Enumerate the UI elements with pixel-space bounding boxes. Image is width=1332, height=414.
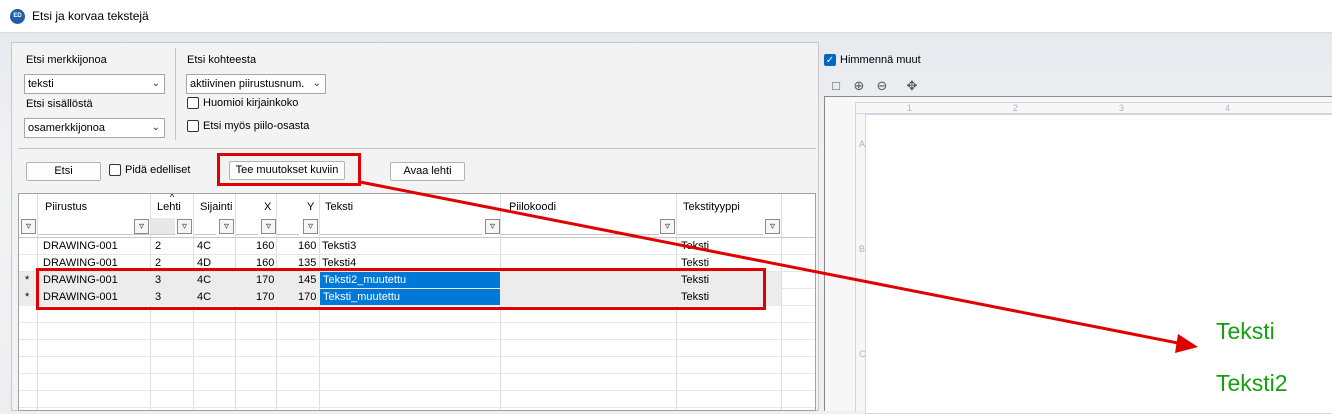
arrow-line — [359, 180, 1189, 347]
annotation-arrow — [359, 180, 1198, 353]
arrow-head — [1175, 334, 1198, 353]
